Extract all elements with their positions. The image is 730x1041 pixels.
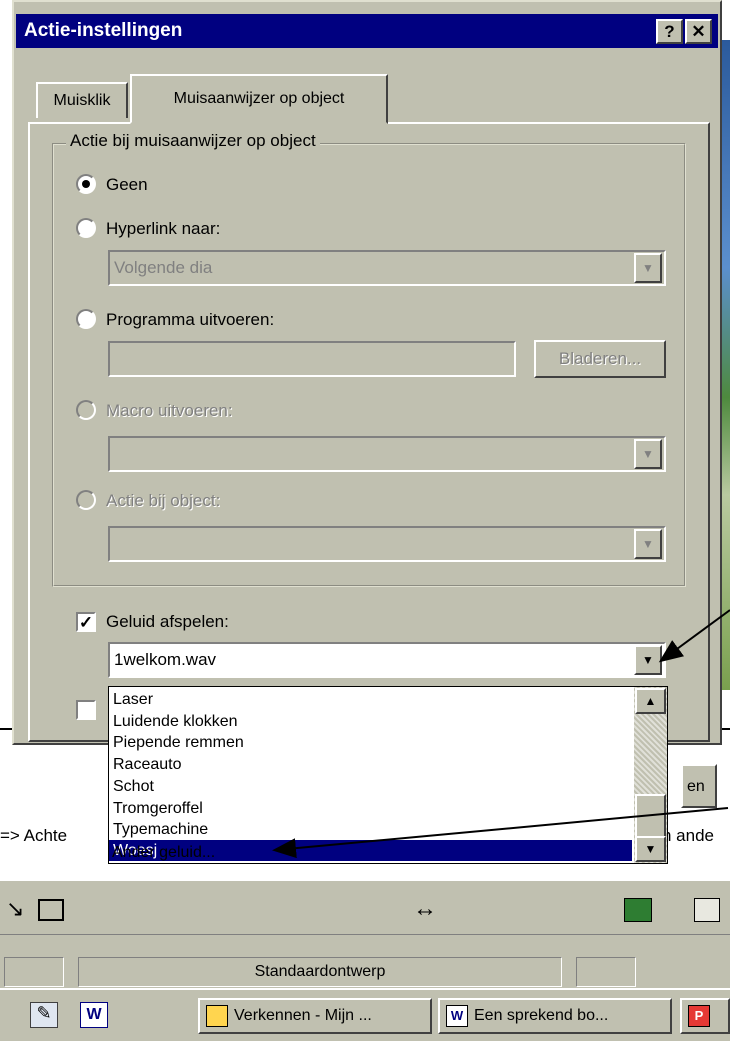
arrow-to-combo bbox=[658, 609, 730, 663]
annotation-arrows bbox=[272, 609, 730, 859]
arrow-to-other-sound bbox=[272, 807, 729, 859]
